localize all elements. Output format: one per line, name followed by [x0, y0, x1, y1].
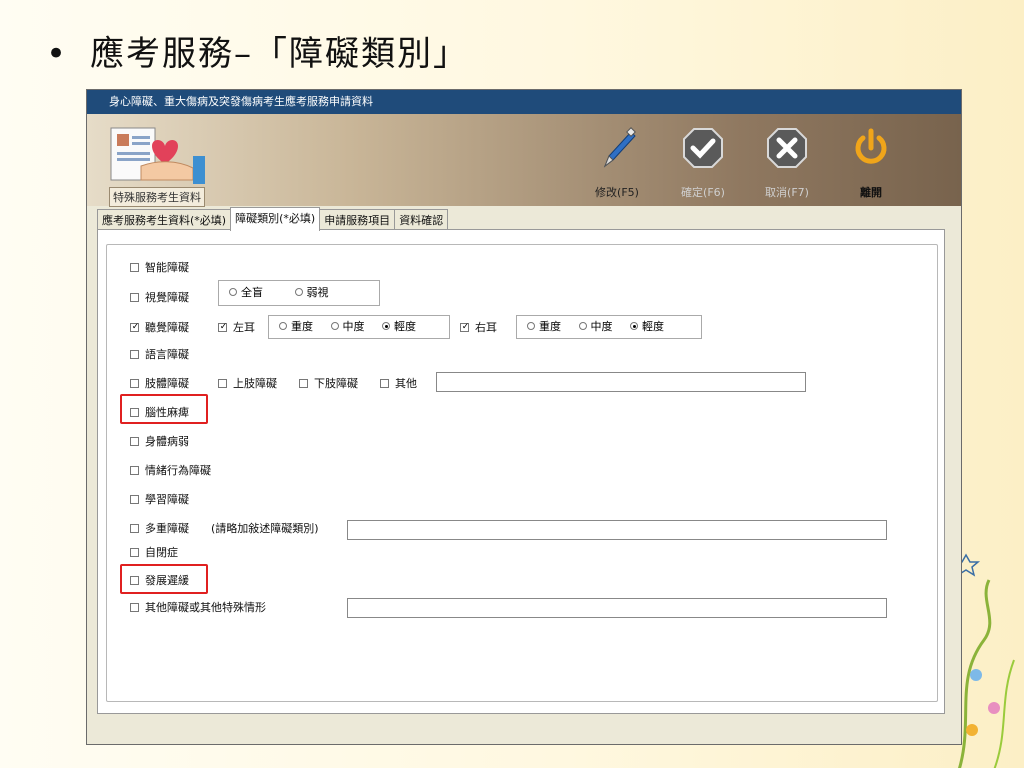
other-limb-input[interactable] [436, 372, 806, 392]
emotional-option[interactable]: 情緒行為障礙 [130, 462, 211, 478]
document-heart-icon [110, 127, 205, 184]
disability-group [106, 244, 938, 702]
checkbox[interactable] [130, 436, 139, 446]
multiple-note: (請略加敍述障礙類別) [211, 522, 319, 535]
checkbox[interactable] [218, 378, 227, 388]
tab-disability-category[interactable]: 障礙類別(*必填) [230, 207, 321, 231]
title-text: 應考服務–「障礙類別」 [90, 34, 470, 74]
left-ear-degree-group: 重度 中度 輕度 [268, 315, 450, 339]
tab-applicant-info[interactable]: 應考服務考生資料(*必填) [97, 209, 232, 230]
slide-title: • 應考服務–「障礙類別」 [46, 26, 469, 75]
close-icon [767, 128, 807, 168]
exit-label: 離開 [860, 186, 882, 199]
power-icon [855, 128, 887, 164]
radio-right-mild[interactable]: 輕度 [630, 320, 664, 333]
logo-caption: 特殊服務考生資料 [109, 187, 205, 207]
multiple-input[interactable] [347, 520, 887, 540]
checkbox[interactable] [130, 262, 139, 272]
checkbox[interactable] [130, 494, 139, 504]
checkbox[interactable] [130, 349, 139, 359]
exit-button[interactable]: 離開 [841, 126, 901, 200]
radio-left-mild[interactable]: 輕度 [382, 320, 416, 333]
other-special-input[interactable] [347, 598, 887, 618]
checkbox[interactable] [130, 292, 139, 302]
cancel-button[interactable]: 取消(F7) [757, 126, 817, 200]
checkbox-checked[interactable] [130, 322, 140, 332]
radio-right-moderate[interactable]: 中度 [578, 320, 613, 333]
physical-weak-option[interactable]: 身體病弱 [130, 433, 189, 449]
hearing-option[interactable]: 聽覺障礙 [130, 319, 189, 335]
radio-left-moderate[interactable]: 中度 [330, 320, 365, 333]
special-service-logo: 特殊服務考生資料 [97, 124, 227, 207]
visual-option[interactable]: 視覺障礙 [130, 289, 189, 305]
checkbox-checked[interactable] [460, 322, 470, 332]
floral-decoration-icon [954, 553, 1015, 768]
radio-left-severe[interactable]: 重度 [279, 320, 313, 333]
checkbox[interactable] [130, 602, 139, 612]
title-bullet: • [46, 34, 69, 74]
left-ear-option[interactable]: 左耳 [218, 319, 255, 335]
other-special-option[interactable]: 其他障礙或其他特殊情形 [130, 599, 266, 615]
cancel-label: 取消(F7) [765, 186, 809, 199]
speech-option[interactable]: 語言障礙 [130, 346, 189, 362]
tab-service-items[interactable]: 申請服務項目 [319, 209, 396, 230]
cerebral-palsy-option[interactable]: 腦性麻痺 [130, 404, 189, 420]
application-window: 身心障礙、重大傷病及突發傷病考生應考服務申請資料 特殊服務考生資料 修改(F5)… [86, 89, 962, 745]
other-limb-option[interactable]: 其他 [380, 375, 417, 391]
lower-limb-option[interactable]: 下肢障礙 [299, 375, 358, 391]
checkbox[interactable] [130, 465, 139, 475]
confirm-button[interactable]: 確定(F6) [673, 126, 733, 200]
right-ear-degree-group: 重度 中度 輕度 [516, 315, 702, 339]
intellectual-option[interactable]: 智能障礙 [130, 259, 189, 275]
upper-limb-option[interactable]: 上肢障礙 [218, 375, 277, 391]
right-ear-option[interactable]: 右耳 [460, 319, 497, 335]
visual-radio-group: 全盲 弱視 [218, 280, 380, 306]
checkmark-icon [683, 128, 723, 168]
multiple-option[interactable]: 多重障礙 [130, 520, 189, 536]
checkbox[interactable] [130, 378, 139, 388]
confirm-label: 確定(F6) [681, 186, 725, 199]
radio-right-severe[interactable]: 重度 [527, 320, 561, 333]
checkbox[interactable] [130, 547, 139, 557]
toolbar: 特殊服務考生資料 修改(F5) 確定(F6) 取消(F7) 離開 [87, 114, 961, 207]
limb-option[interactable]: 肢體障礙 [130, 375, 189, 391]
dev-delay-option[interactable]: 發展遲緩 [130, 572, 189, 588]
checkbox-checked[interactable] [218, 322, 228, 332]
radio-total-blind[interactable]: 全盲 [229, 286, 263, 299]
checkbox[interactable] [130, 523, 139, 533]
checkbox[interactable] [380, 378, 389, 388]
checkbox[interactable] [299, 378, 308, 388]
edit-button[interactable]: 修改(F5) [587, 126, 647, 200]
tab-confirm-data[interactable]: 資料確認 [394, 209, 449, 230]
pen-icon [603, 127, 636, 168]
tab-bar: 應考服務考生資料(*必填) 障礙類別(*必填) 申請服務項目 資料確認 [97, 207, 449, 231]
checkbox[interactable] [130, 407, 139, 417]
window-titlebar: 身心障礙、重大傷病及突發傷病考生應考服務申請資料 [87, 90, 961, 114]
disability-panel: 智能障礙 視覺障礙 全盲 弱視 聽覺障礙 左耳 重度 中度 輕度 右耳 重度 中… [97, 229, 945, 714]
edit-label: 修改(F5) [595, 186, 639, 199]
learning-option[interactable]: 學習障礙 [130, 491, 189, 507]
radio-low-vision[interactable]: 弱視 [294, 286, 329, 299]
checkbox[interactable] [130, 575, 139, 585]
autism-option[interactable]: 自閉症 [130, 544, 178, 560]
